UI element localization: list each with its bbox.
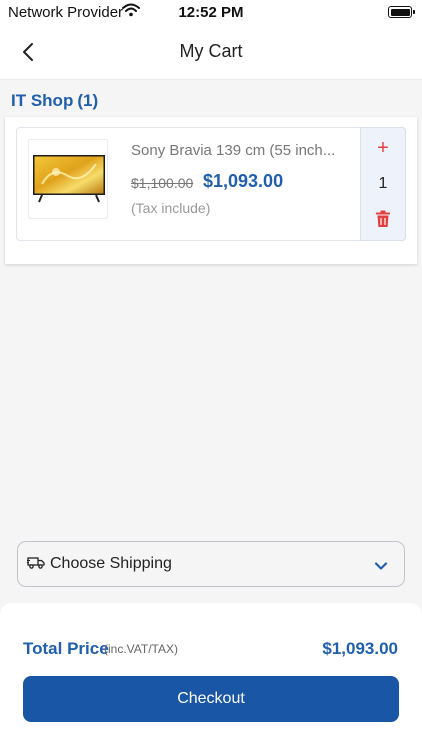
shipping-label: Choose Shipping [50,555,172,572]
trash-icon [376,210,390,227]
tv-image [33,155,105,203]
product-name[interactable]: Sony Bravia 139 cm (55 inch... [131,142,353,159]
quantity-value: 1 [378,175,388,192]
shop-header: IT Shop (1) [11,91,98,111]
total-price-value: $1,093.00 [322,639,398,658]
product-image[interactable] [28,139,108,219]
delete-item-button[interactable] [375,210,391,228]
total-price-note: (inc.VAT/TAX) [104,642,179,656]
checkout-button[interactable]: Checkout [23,676,399,722]
shop-name: IT Shop [11,91,74,110]
shop-cart-card: Sony Bravia 139 cm (55 inch... $1,100.00… [5,117,417,264]
increase-quantity-button[interactable]: + [361,136,405,160]
choose-shipping-dropdown[interactable]: Choose Shipping [17,541,405,587]
chevron-down-icon [374,558,388,576]
battery-icon [388,6,415,18]
truck-icon [27,556,45,575]
total-price-label: Total Price [23,639,109,658]
page-title: My Cart [179,41,243,61]
navigation-bar: My Cart [0,24,422,80]
checkout-footer: Total Price (inc.VAT/TAX) $1,093.00 Chec… [0,603,422,750]
status-bar: Network Provider 12:52 PM [0,0,422,24]
clock-time: 12:52 PM [178,4,244,21]
current-price: $1,093.00 [203,171,284,191]
shop-item-count: (1) [77,91,99,110]
cart-item: Sony Bravia 139 cm (55 inch... $1,100.00… [16,127,406,241]
tax-note: (Tax include) [131,200,211,216]
quantity-stepper: + 1 [360,127,406,241]
original-price: $1,100.00 [131,175,194,191]
